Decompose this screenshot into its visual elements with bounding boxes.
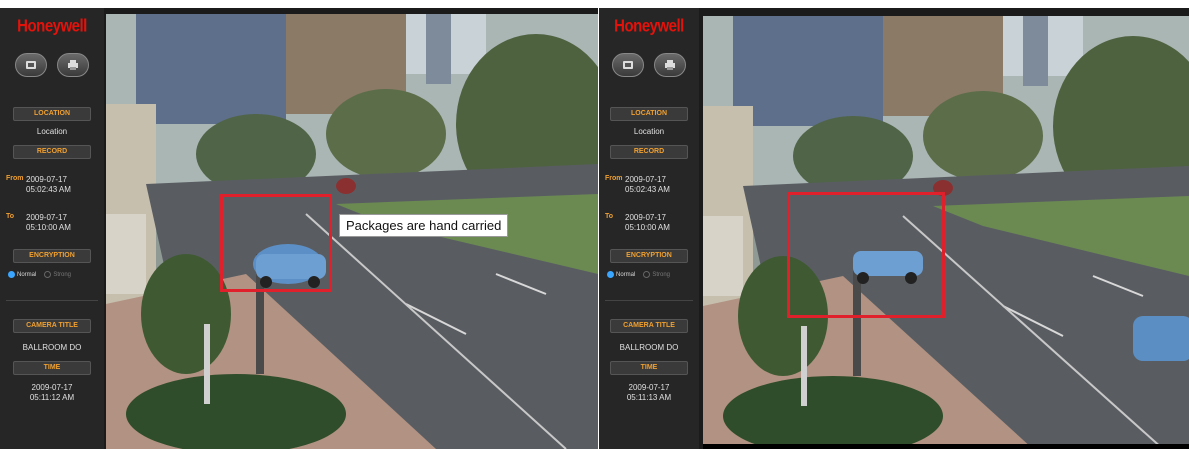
right-camera-scene: [703, 16, 1189, 449]
right-encryption-options: Normal Strong: [599, 271, 699, 278]
left-camera-title-header: CAMERA TITLE: [13, 319, 91, 333]
right-from-datetime: 2009-07-17 05:02:43 AM: [625, 175, 670, 195]
right-from-label: From: [605, 175, 623, 182]
left-encryption-strong-radio[interactable]: Strong: [44, 271, 71, 278]
left-camera-view[interactable]: Packages are hand carried: [106, 14, 598, 449]
right-encryption-normal-label: Normal: [616, 271, 636, 278]
left-annotation-label: Packages are hand carried: [339, 214, 509, 237]
right-location-header: LOCATION: [610, 107, 688, 121]
left-print-button[interactable]: [57, 53, 89, 77]
left-from-datetime: 2009-07-17 05:02:43 AM: [26, 175, 71, 195]
left-player-panel: Honeywell LOCATION Location RECORD From …: [0, 8, 598, 449]
left-snapshot-button[interactable]: [15, 53, 47, 77]
right-to-label: To: [605, 213, 614, 220]
right-encryption-header: ENCRYPTION: [610, 249, 688, 263]
left-from-time: 05:02:43 AM: [26, 185, 71, 194]
right-to-date: 2009-07-17: [625, 213, 666, 222]
radio-selected-icon: [8, 271, 15, 278]
right-from-row: From 2009-07-17 05:02:43 AM: [599, 175, 699, 195]
right-print-button[interactable]: [654, 53, 686, 77]
left-to-label: To: [6, 213, 15, 220]
left-control-sidebar: Honeywell LOCATION Location RECORD From …: [0, 8, 104, 449]
radio-unselected-icon: [643, 271, 651, 278]
left-detection-box: [220, 194, 332, 292]
honeywell-logo: Honeywell: [17, 16, 87, 37]
left-divider: [6, 300, 98, 301]
left-camera-title-value: BALLROOM DO: [22, 343, 82, 352]
print-icon: [665, 60, 675, 70]
left-to-row: To 2009-07-17 05:10:00 AM: [0, 213, 104, 233]
left-location-value: Location: [36, 127, 68, 136]
radio-selected-icon: [607, 271, 614, 278]
right-to-datetime: 2009-07-17 05:10:00 AM: [625, 213, 670, 233]
left-encryption-normal-radio[interactable]: Normal: [8, 271, 36, 278]
right-control-sidebar: Honeywell LOCATION Location RECORD From …: [599, 8, 699, 449]
right-camera-title-value: BALLROOM DO: [619, 343, 679, 352]
right-encryption-normal-radio[interactable]: Normal: [607, 271, 635, 278]
right-to-row: To 2009-07-17 05:10:00 AM: [599, 213, 699, 233]
left-encryption-header: ENCRYPTION: [13, 249, 91, 263]
right-location-value: Location: [633, 127, 665, 136]
right-snapshot-button[interactable]: [612, 53, 644, 77]
left-from-label: From: [6, 175, 24, 182]
right-to-time: 05:10:00 AM: [625, 223, 670, 232]
right-time-value: 2009-07-17 05:11:13 AM: [599, 383, 699, 403]
left-encryption-options: Normal Strong: [0, 271, 104, 278]
right-encryption-strong-label: Strong: [652, 271, 671, 278]
right-tool-buttons: [599, 53, 699, 77]
right-detection-box: [787, 192, 945, 318]
right-divider: [605, 300, 693, 301]
left-tool-buttons: [0, 53, 104, 77]
left-time-date: 2009-07-17: [31, 383, 73, 392]
left-record-header: RECORD: [13, 145, 91, 159]
right-camera-title-header: CAMERA TITLE: [610, 319, 688, 333]
left-from-row: From 2009-07-17 05:02:43 AM: [0, 175, 104, 195]
left-location-header: LOCATION: [13, 107, 91, 121]
left-encryption-normal-label: Normal: [17, 271, 37, 278]
right-time-header: TIME: [610, 361, 688, 375]
left-time-value: 2009-07-17 05:11:12 AM: [0, 383, 104, 403]
right-record-header: RECORD: [610, 145, 688, 159]
right-encryption-strong-radio[interactable]: Strong: [643, 271, 670, 278]
left-time-clock: 05:11:12 AM: [29, 393, 75, 402]
right-time-date: 2009-07-17: [628, 383, 670, 392]
radio-unselected-icon: [44, 271, 52, 278]
honeywell-logo: Honeywell: [614, 16, 684, 37]
left-encryption-strong-label: Strong: [53, 271, 72, 278]
right-time-clock: 05:11:13 AM: [626, 393, 672, 402]
left-to-datetime: 2009-07-17 05:10:00 AM: [26, 213, 71, 233]
left-from-date: 2009-07-17: [26, 175, 67, 184]
right-player-panel: Honeywell LOCATION Location RECORD From …: [599, 8, 1189, 449]
print-icon: [68, 60, 78, 70]
right-camera-view[interactable]: [703, 16, 1189, 449]
snapshot-icon: [623, 61, 633, 69]
left-time-header: TIME: [13, 361, 91, 375]
snapshot-icon: [26, 61, 36, 69]
right-from-time: 05:02:43 AM: [625, 185, 670, 194]
left-to-time: 05:10:00 AM: [26, 223, 71, 232]
right-bottom-strip: [703, 444, 1189, 449]
left-to-date: 2009-07-17: [26, 213, 67, 222]
right-from-date: 2009-07-17: [625, 175, 666, 184]
